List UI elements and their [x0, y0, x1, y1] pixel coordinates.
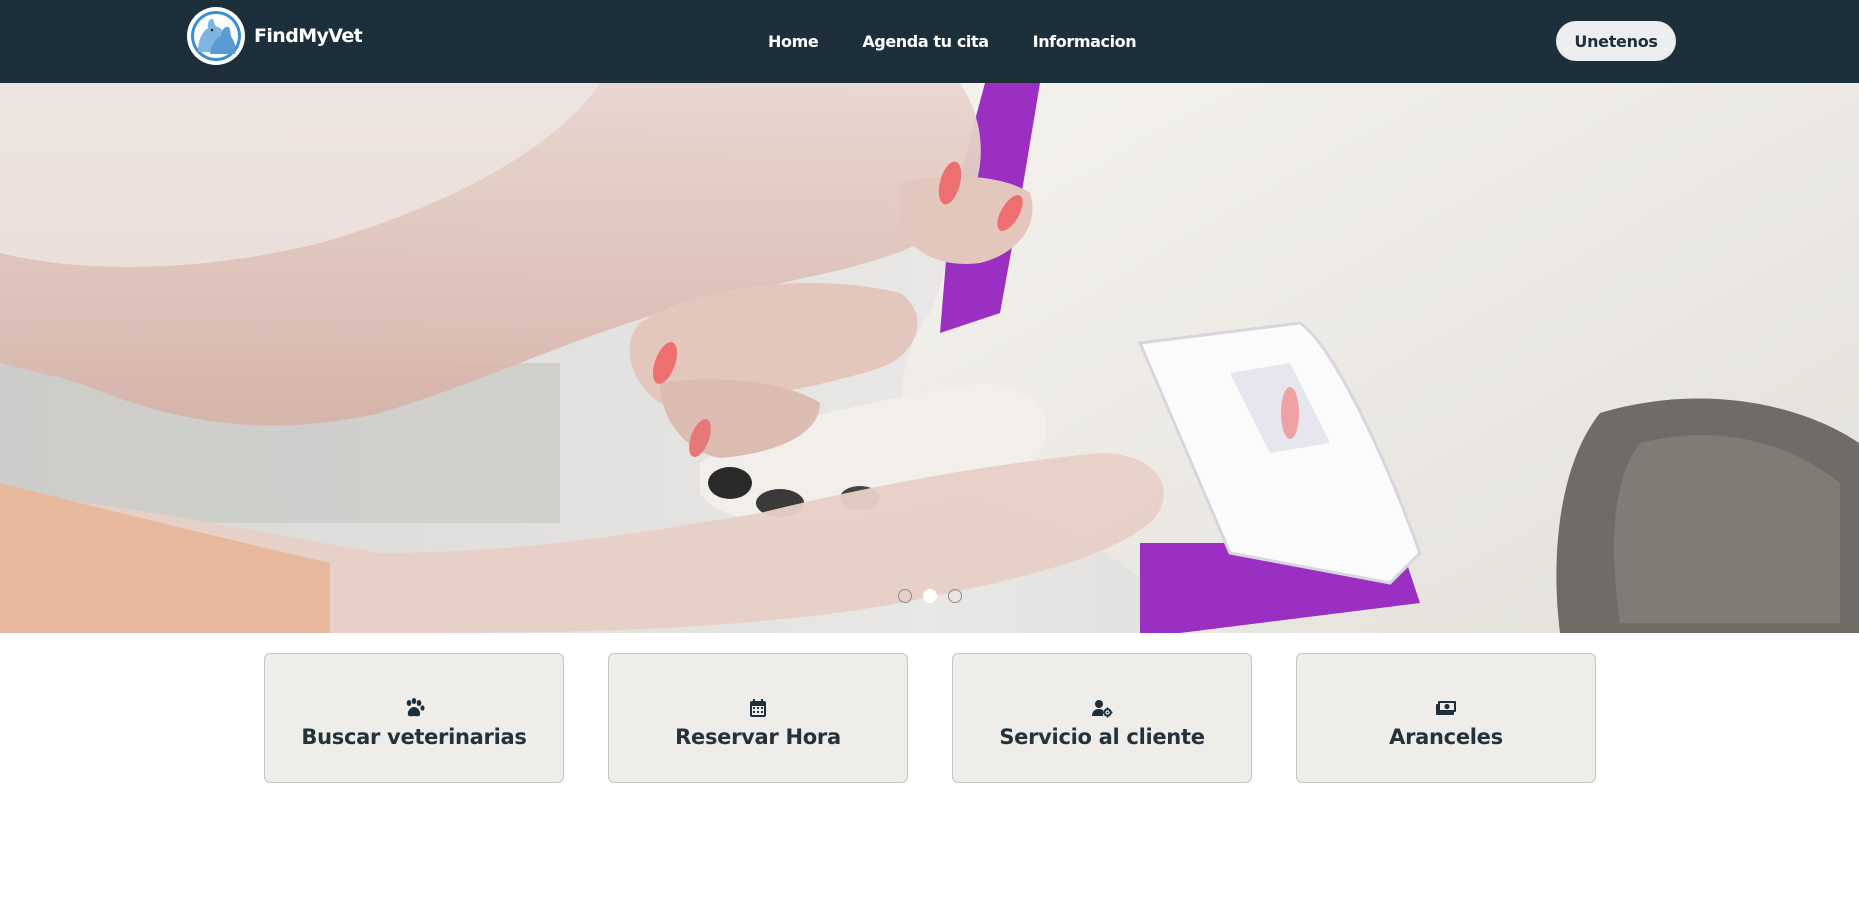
brand-link[interactable]: FindMyVet	[187, 7, 363, 65]
card-title: Buscar veterinarias	[301, 725, 527, 749]
main-nav: Home Agenda tu cita Informacion	[768, 0, 1137, 83]
carousel-indicators	[0, 589, 1859, 603]
brand-logo	[187, 7, 245, 65]
card-aranceles[interactable]: Aranceles	[1296, 653, 1596, 783]
brand-name: FindMyVet	[254, 25, 363, 47]
carousel-dot-3[interactable]	[947, 589, 962, 603]
calendar-icon	[747, 697, 769, 719]
hero-image	[0, 83, 1859, 633]
join-button[interactable]: Unetenos	[1556, 21, 1676, 61]
dog-cat-logo-icon	[191, 11, 241, 61]
carousel-dot-1[interactable]	[897, 589, 912, 603]
user-gear-icon	[1091, 697, 1113, 719]
top-navbar: FindMyVet Home Agenda tu cita Informacio…	[0, 0, 1859, 83]
card-reservar-hora[interactable]: Reservar Hora	[608, 653, 908, 783]
card-title: Servicio al cliente	[999, 725, 1205, 749]
card-title: Aranceles	[1389, 725, 1503, 749]
card-title: Reservar Hora	[675, 725, 841, 749]
nav-link-informacion[interactable]: Informacion	[1033, 32, 1137, 51]
money-icon	[1435, 697, 1457, 719]
hero-carousel	[0, 83, 1859, 633]
carousel-dot-2[interactable]	[922, 589, 937, 603]
paw-icon	[403, 697, 425, 719]
nav-link-home[interactable]: Home	[768, 32, 819, 51]
card-servicio-al-cliente[interactable]: Servicio al cliente	[952, 653, 1252, 783]
feature-cards: Buscar veterinarias Reservar Hora Servic…	[264, 653, 1596, 783]
card-buscar-veterinarias[interactable]: Buscar veterinarias	[264, 653, 564, 783]
nav-link-agenda[interactable]: Agenda tu cita	[862, 32, 989, 51]
